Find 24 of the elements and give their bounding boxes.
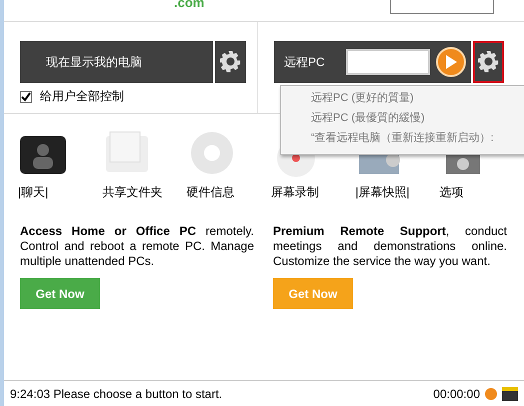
remote-pc-label: 远程PC <box>284 54 326 70</box>
logo-text: .com <box>174 0 204 8</box>
tool-label[interactable]: |聊天| <box>18 184 48 201</box>
status-message: 9:24:03 Please choose a button to start. <box>10 386 222 400</box>
offer-description: Access Home or Office PC remotely. Control and reboot a remote PC. Manage multiple unattended PCs. <box>20 224 254 269</box>
gear-icon <box>476 50 501 74</box>
remote-id-field[interactable] <box>346 49 430 75</box>
show-my-pc-bar[interactable]: 现在显示我的电脑 <box>20 41 213 83</box>
tool-label[interactable]: 共享文件夹 <box>102 184 162 201</box>
tool-label[interactable]: 选项 <box>440 184 464 201</box>
play-icon <box>445 55 458 69</box>
gear-icon <box>218 50 242 74</box>
settings-button[interactable] <box>473 41 504 83</box>
timer-text: 00:00:00 <box>433 386 480 400</box>
play-button[interactable] <box>436 47 466 77</box>
settings-button[interactable] <box>215 41 246 83</box>
checkbox[interactable] <box>20 90 32 102</box>
offer-description: Premium Remote Support, conduct meetings and demonstrations online. Customize the service the way you want. <box>273 224 507 269</box>
tool-label[interactable]: |屏幕快照| <box>355 184 410 201</box>
tool-label[interactable]: 硬件信息 <box>186 184 235 201</box>
tool-label[interactable]: 屏幕录制 <box>270 184 319 201</box>
dropdown-field[interactable] <box>390 0 494 14</box>
clapperboard-icon[interactable] <box>502 386 518 400</box>
checkbox-label: 给用户全部控制 <box>40 88 124 105</box>
